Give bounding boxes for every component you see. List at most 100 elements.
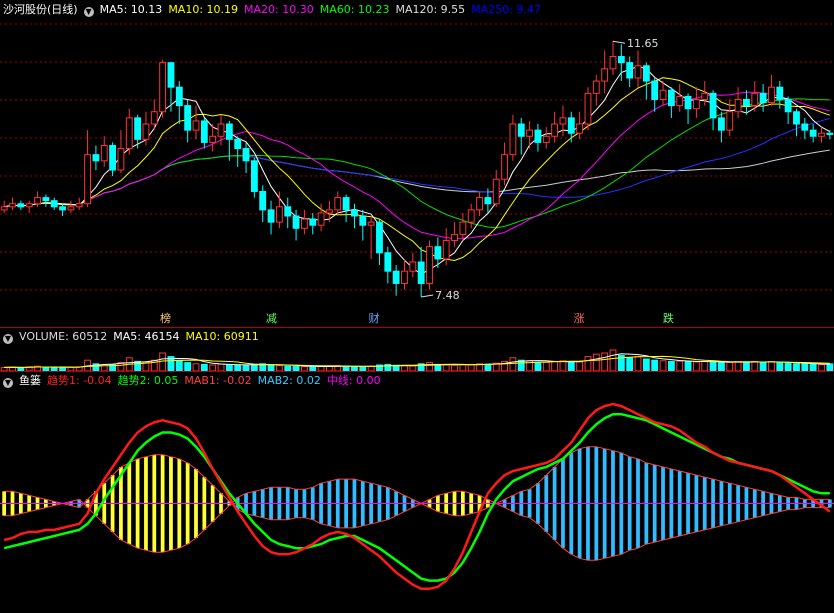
candle[interactable]: [784, 98, 792, 113]
candle[interactable]: [25, 203, 33, 208]
candle[interactable]: [717, 117, 725, 131]
candle[interactable]: [667, 89, 675, 107]
candle[interactable]: [642, 65, 650, 82]
candle[interactable]: [142, 123, 150, 140]
candle[interactable]: [634, 65, 642, 79]
candle[interactable]: [826, 132, 834, 135]
candle[interactable]: [509, 123, 517, 156]
candle[interactable]: [75, 203, 83, 208]
candle[interactable]: [818, 132, 825, 137]
candle[interactable]: [376, 221, 383, 254]
candle[interactable]: [225, 123, 233, 140]
candle[interactable]: [467, 209, 475, 223]
candle[interactable]: [559, 117, 567, 125]
candle[interactable]: [326, 209, 333, 214]
candle[interactable]: [709, 92, 717, 119]
event-marker-2[interactable]: 财: [368, 313, 379, 325]
candle[interactable]: [351, 209, 358, 217]
candle[interactable]: [17, 203, 25, 208]
pane-divider[interactable]: [0, 371, 834, 372]
candle[interactable]: [526, 129, 534, 137]
candle[interactable]: [768, 86, 775, 104]
candle[interactable]: [317, 212, 325, 226]
candle[interactable]: [167, 62, 175, 88]
indicator-pane[interactable]: [0, 390, 834, 613]
candle[interactable]: [125, 117, 133, 150]
candle[interactable]: [417, 261, 425, 284]
event-marker-1[interactable]: 减: [266, 313, 277, 325]
candle[interactable]: [275, 206, 283, 223]
candle[interactable]: [42, 197, 50, 202]
candle[interactable]: [734, 98, 742, 113]
candle[interactable]: [242, 148, 250, 162]
candle[interactable]: [567, 117, 575, 134]
event-marker-3[interactable]: 涨: [574, 313, 585, 325]
candle[interactable]: [684, 95, 692, 110]
candle[interactable]: [84, 154, 91, 205]
candle[interactable]: [426, 246, 433, 284]
indicator-collapse-icon[interactable]: ▼: [3, 378, 13, 388]
candle[interactable]: [434, 246, 442, 260]
candle[interactable]: [726, 111, 734, 131]
candle[interactable]: [484, 197, 492, 205]
event-marker-0[interactable]: 榜: [160, 313, 171, 325]
candle[interactable]: [367, 221, 375, 226]
candle[interactable]: [759, 92, 767, 104]
candle[interactable]: [0, 206, 8, 211]
candle[interactable]: [175, 86, 183, 107]
candle[interactable]: [793, 111, 800, 125]
candle[interactable]: [617, 56, 625, 64]
candle[interactable]: [359, 215, 367, 226]
collapse-toggle-icon[interactable]: ▼: [83, 7, 94, 17]
volume-collapse-icon[interactable]: ▼: [3, 334, 13, 344]
candle[interactable]: [401, 270, 408, 284]
candle[interactable]: [292, 215, 300, 229]
candle[interactable]: [501, 154, 508, 180]
candle[interactable]: [492, 178, 500, 205]
candle[interactable]: [692, 98, 700, 110]
candle[interactable]: [334, 197, 342, 211]
candle[interactable]: [576, 123, 584, 134]
candle[interactable]: [601, 68, 609, 82]
candle[interactable]: [309, 218, 317, 226]
candle[interactable]: [676, 95, 684, 107]
candle[interactable]: [451, 233, 458, 242]
candle[interactable]: [192, 120, 200, 131]
candle[interactable]: [517, 123, 525, 137]
candle[interactable]: [250, 160, 258, 192]
candle[interactable]: [209, 135, 217, 143]
candle[interactable]: [659, 89, 667, 100]
candle[interactable]: [542, 135, 550, 143]
candle[interactable]: [751, 92, 759, 107]
price-pane[interactable]: 11.65 7.48: [0, 18, 834, 328]
volume-pane[interactable]: [0, 345, 834, 371]
candle[interactable]: [234, 138, 242, 150]
candle[interactable]: [100, 144, 108, 162]
candle[interactable]: [50, 200, 58, 208]
candle[interactable]: [551, 123, 559, 137]
candle[interactable]: [67, 206, 75, 211]
candle[interactable]: [267, 209, 275, 223]
candle[interactable]: [92, 154, 100, 162]
candle[interactable]: [743, 98, 750, 107]
candle[interactable]: [184, 105, 192, 131]
candle[interactable]: [259, 190, 267, 211]
candle[interactable]: [476, 197, 483, 211]
candle[interactable]: [134, 117, 142, 140]
pane-divider[interactable]: [0, 327, 834, 328]
candle[interactable]: [217, 123, 225, 137]
candle[interactable]: [150, 111, 158, 125]
candle[interactable]: [9, 203, 16, 208]
candle[interactable]: [442, 240, 450, 260]
candle[interactable]: [651, 80, 659, 100]
candle[interactable]: [801, 123, 809, 131]
candle[interactable]: [392, 270, 400, 284]
candle[interactable]: [584, 92, 592, 125]
candle[interactable]: [409, 261, 417, 272]
candle[interactable]: [200, 120, 208, 143]
candle[interactable]: [776, 86, 784, 100]
candle[interactable]: [300, 218, 308, 229]
candle[interactable]: [626, 62, 634, 79]
candle[interactable]: [159, 62, 167, 113]
candle[interactable]: [534, 129, 542, 143]
